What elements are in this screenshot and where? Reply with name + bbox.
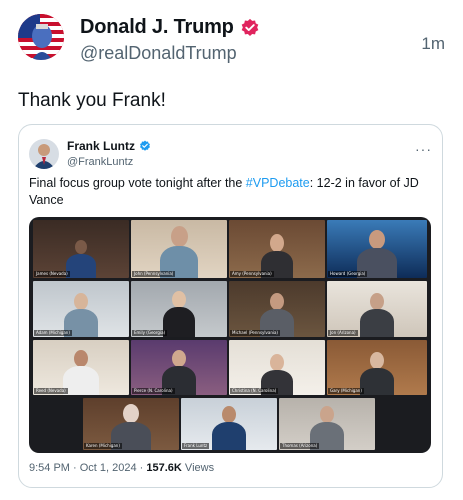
- video-tile: Michael (Pennsylvania): [229, 281, 325, 337]
- quoted-post-card[interactable]: Frank Luntz @FrankLuntz ··· Final focus …: [18, 124, 443, 488]
- author-handle[interactable]: @realDonaldTrump: [80, 43, 260, 64]
- quoted-author-handle[interactable]: @FrankLuntz: [67, 156, 151, 168]
- author-name[interactable]: Donald J. Trump: [80, 16, 234, 39]
- video-tile: Adam (Michigan): [33, 281, 129, 337]
- quoted-avatar-image: [29, 139, 59, 169]
- quoted-text-part: Final focus group vote tonight after the: [29, 176, 246, 190]
- quoted-post-time[interactable]: 9:54 PM · Oct 1, 2024 ·: [29, 462, 146, 474]
- participant-name: Reed (Nevada): [34, 388, 68, 394]
- quoted-post-header: Frank Luntz @FrankLuntz ···: [29, 137, 432, 177]
- participant-name: Frank Luntz: [182, 443, 210, 449]
- more-options-icon[interactable]: ···: [415, 141, 432, 157]
- video-tile: Pierce (N. Carolina): [131, 340, 227, 395]
- participant-name: Howard (Georgia): [328, 271, 368, 277]
- video-tile: Christina (N. Carolina): [229, 340, 325, 395]
- verified-badge-icon: [241, 18, 259, 36]
- quoted-author-avatar[interactable]: [29, 139, 59, 169]
- video-tile: Gary (Michigan): [327, 340, 427, 395]
- video-tile: Howard (Georgia): [327, 220, 427, 278]
- participant-name: John (Pennsylvania): [132, 271, 176, 277]
- participant-name: Thomas (Arizona): [280, 443, 320, 449]
- participant-name: Pierce (N. Carolina): [132, 388, 175, 394]
- participant-name: Amy (Pennsylvania): [230, 271, 274, 277]
- video-tile: Karen (Michigan): [83, 398, 179, 450]
- verified-badge-icon: [140, 140, 150, 151]
- video-tile: Reed (Nevada): [33, 340, 129, 395]
- video-grid-image[interactable]: James (Nevada) John (Pennsylvania) Amy (…: [29, 217, 431, 453]
- video-tile: Thomas (Arizona): [279, 398, 375, 450]
- video-tile: Frank Luntz: [181, 398, 277, 450]
- quoted-post-text: Final focus group vote tonight after the…: [29, 175, 429, 209]
- post-header: Donald J. Trump @realDonaldTrump 1m: [18, 14, 449, 72]
- video-tile: Jon (Arizona): [327, 281, 427, 337]
- participant-name: Michael (Pennsylvania): [230, 330, 280, 336]
- video-tile: Amy (Pennsylvania): [229, 220, 325, 278]
- participant-name: Gary (Michigan): [328, 388, 364, 394]
- hashtag-link[interactable]: #VPDebate: [246, 176, 310, 190]
- avatar[interactable]: [18, 14, 64, 60]
- post-text: Thank you Frank!: [18, 90, 166, 111]
- quoted-author-name[interactable]: Frank Luntz: [67, 139, 135, 153]
- views-label: Views: [181, 462, 215, 474]
- avatar-image: [18, 14, 64, 60]
- participant-name: Adam (Michigan): [34, 330, 72, 336]
- participant-name: James (Nevada): [34, 271, 70, 277]
- participant-name: Christina (N. Carolina): [230, 388, 279, 394]
- participant-name: Emily (Georgia): [132, 330, 168, 336]
- author-info: Donald J. Trump @realDonaldTrump: [80, 16, 260, 64]
- video-tile: James (Nevada): [33, 220, 129, 278]
- quoted-post-meta: 9:54 PM · Oct 1, 2024 · 157.6K Views: [29, 462, 214, 474]
- post-timestamp[interactable]: 1m: [421, 34, 445, 54]
- participant-name: Jon (Arizona): [328, 330, 358, 336]
- views-count: 157.6K: [146, 462, 182, 474]
- participant-name: Karen (Michigan): [84, 443, 122, 449]
- video-tile: Emily (Georgia): [131, 281, 227, 337]
- video-tile: John (Pennsylvania): [131, 220, 227, 278]
